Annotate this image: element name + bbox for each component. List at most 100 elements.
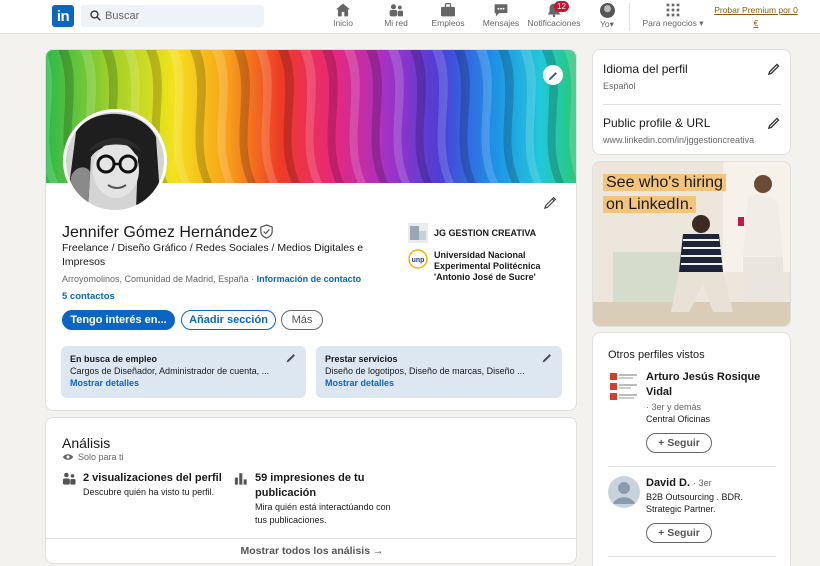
private-text: Solo para ti — [78, 452, 124, 462]
pencil-icon[interactable] — [768, 62, 781, 75]
nav-me[interactable]: Yo▾ — [594, 3, 620, 31]
person-name-row[interactable]: David D. · 3er — [646, 476, 774, 491]
nav-home-label: Inicio — [333, 18, 353, 28]
open-to-button[interactable]: Tengo interés en... — [62, 310, 175, 330]
svg-text:unp: unp — [412, 257, 425, 264]
messaging-icon — [494, 4, 508, 17]
profile-headline: Freelance / Diseño Gráfico / Redes Socia… — [62, 242, 364, 268]
profile-language-url-card: Idioma del perfil Español Public profile… — [592, 49, 791, 155]
post-impressions-title: 59 impresiones de tu publicación — [255, 472, 365, 499]
person-name[interactable]: Arturo Jesús Rosique Vidal — [646, 370, 774, 400]
nav-messaging[interactable]: Mensajes — [482, 3, 520, 31]
pencil-icon[interactable] — [542, 352, 553, 363]
me-avatar — [599, 3, 615, 18]
open-to-work-box[interactable]: En busca de empleo Cargos de Diseñador, … — [61, 346, 306, 398]
bar-chart-icon — [234, 473, 247, 485]
nav-jobs[interactable]: Empleos — [430, 3, 466, 31]
pencil-icon — [548, 71, 557, 80]
open-to-work-show-details[interactable]: Mostrar detalles — [70, 377, 297, 389]
analytics-private-note: Solo para ti — [62, 452, 124, 462]
pencil-icon[interactable] — [286, 352, 297, 363]
divider — [608, 466, 776, 467]
grid-apps-icon — [666, 3, 680, 17]
nav-my-network[interactable]: Mi red — [380, 3, 412, 31]
nav-for-business-label: Para negocios — [642, 18, 697, 28]
home-icon — [336, 3, 350, 17]
search-box[interactable] — [81, 5, 264, 27]
profile-language-title: Idioma del perfil — [603, 62, 688, 76]
company-name: JG GESTION CREATIVA — [434, 228, 537, 238]
analytics-title: Análisis — [62, 435, 111, 451]
follow-button[interactable]: + Seguir — [646, 433, 712, 453]
try-premium-link[interactable]: Probar Premium por 0 € — [711, 4, 801, 30]
show-all-analytics-link[interactable]: Mostrar todos los análisis → — [46, 538, 576, 563]
services-title: Prestar servicios — [325, 354, 398, 364]
other-profiles-card: Otros perfiles vistos Arturo Jesús Rosiq… — [592, 332, 791, 566]
profile-language-row: Idioma del perfil Español — [603, 62, 781, 91]
services-desc: Diseño de logotipos, Diseño de marcas, D… — [325, 366, 525, 376]
connections-link[interactable]: 5 contactos — [62, 291, 115, 302]
nav-jobs-label: Empleos — [431, 18, 465, 28]
edit-profile-button[interactable] — [543, 195, 558, 212]
follow-label: Seguir — [667, 437, 700, 449]
nav-divider — [629, 3, 630, 31]
person-subtitle: Central Oficinas — [646, 414, 711, 424]
ad-line-2: on LinkedIn. — [603, 196, 697, 213]
follow-label: Seguir — [667, 527, 700, 539]
open-to-work-desc: Cargos de Diseñador, Administrador de cu… — [70, 366, 270, 376]
people-icon — [62, 472, 76, 485]
nav-my-network-label: Mi red — [384, 18, 408, 28]
services-show-details[interactable]: Mostrar detalles — [325, 377, 553, 389]
location-separator: · — [248, 274, 257, 284]
edit-banner-button[interactable] — [543, 65, 563, 85]
divider — [603, 104, 781, 105]
briefcase-icon — [441, 3, 455, 17]
person-degree: · 3er — [693, 478, 712, 488]
nav-me-label: Yo — [600, 19, 610, 29]
chevron-down-icon: ▾ — [696, 18, 704, 28]
profile-card: Jennifer Gómez Hernández Freelance / Dis… — [45, 49, 577, 411]
analytics-card: Análisis Solo para ti 2 visualizaciones … — [45, 417, 577, 564]
follow-button[interactable]: + Seguir — [646, 523, 712, 543]
person-subtitle: B2B Outsourcing . BDR. Strategic Partner… — [646, 492, 744, 514]
linkedin-logo[interactable]: in — [52, 5, 74, 27]
nav-for-business[interactable]: Para negocios ▾ — [640, 3, 706, 31]
eye-icon — [62, 454, 74, 460]
network-icon — [389, 4, 403, 17]
top-navigation-bar: in Inicio Mi red Empleos Mensajes 12 Not… — [0, 0, 820, 34]
more-button[interactable]: Más — [281, 310, 323, 330]
plus-icon: + — [658, 527, 668, 539]
person-avatar — [608, 476, 640, 508]
chevron-down-icon: ▾ — [609, 19, 614, 29]
public-profile-url-row: Public profile & URL www.linkedin.com/in… — [603, 116, 781, 145]
nav-home[interactable]: Inicio — [326, 3, 360, 31]
add-section-button[interactable]: Añadir sección — [181, 310, 276, 330]
verified-shield-icon[interactable] — [260, 224, 273, 239]
profile-views-desc: Descubre quién ha visto tu perfil. — [83, 487, 215, 497]
location-text: Arroyomolinos, Comunidad de Madrid, Espa… — [62, 274, 249, 284]
profile-views-title: 2 visualizaciones del perfil — [83, 472, 222, 484]
person-name: David D. — [646, 477, 691, 489]
providing-services-box[interactable]: Prestar servicios Diseño de logotipos, D… — [316, 346, 562, 398]
nav-notifications-label: Notificaciones — [527, 18, 581, 28]
pencil-icon[interactable] — [768, 116, 781, 129]
post-impressions-desc: Mira quién está interactúando con tus pu… — [255, 502, 391, 525]
post-impressions-metric[interactable]: 59 impresiones de tu publicación Mira qu… — [234, 471, 394, 527]
university-logo: unp — [408, 249, 428, 269]
search-input[interactable] — [105, 8, 255, 24]
pencil-icon — [543, 196, 557, 210]
hiring-ad-card[interactable]: See who's hiring on LinkedIn. — [592, 161, 791, 327]
public-profile-url: www.linkedin.com/in/jggestioncreativa — [603, 135, 755, 145]
nav-notifications[interactable]: 12 Notificaciones — [526, 1, 582, 31]
school-name: Universidad Nacional Experimental Polité… — [434, 250, 541, 282]
nav-messaging-label: Mensajes — [482, 18, 520, 28]
contact-info-link[interactable]: Información de contacto — [257, 274, 362, 284]
plus-icon: + — [658, 437, 668, 449]
other-profiles-title: Otros perfiles vistos — [608, 349, 705, 361]
profile-portrait-image — [66, 112, 164, 210]
public-profile-title: Public profile & URL — [603, 116, 711, 130]
ad-headline: See who's hiring on LinkedIn. — [603, 172, 726, 216]
profile-language-value: Español — [603, 81, 636, 91]
profile-photo[interactable] — [63, 109, 167, 213]
profile-views-metric[interactable]: 2 visualizaciones del perfil Descubre qu… — [62, 471, 222, 499]
